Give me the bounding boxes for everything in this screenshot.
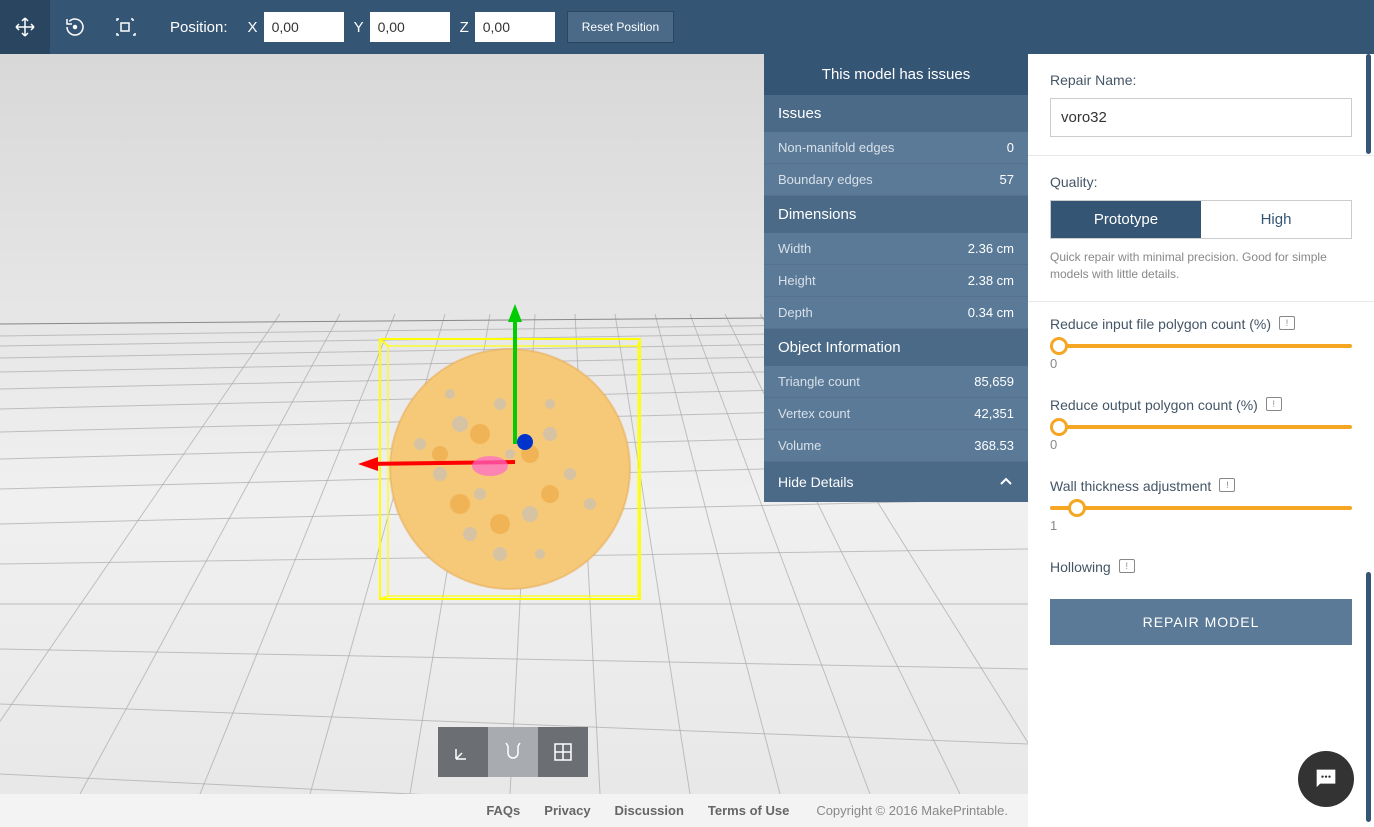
terms-link[interactable]: Terms of Use xyxy=(708,803,789,818)
grid-mode-button[interactable] xyxy=(538,727,588,777)
position-label: Position: xyxy=(170,19,228,36)
repair-model-button[interactable]: REPAIR MODEL xyxy=(1050,599,1352,645)
issue-row: Non-manifold edges0 xyxy=(764,132,1028,164)
dimensions-section-header: Dimensions xyxy=(764,196,1028,233)
scrollbar[interactable] xyxy=(1366,572,1371,822)
slider-label-input-polygon: Reduce input file polygon count (%)! xyxy=(1050,316,1352,332)
chat-icon xyxy=(1312,765,1340,793)
slider-input-polygon[interactable] xyxy=(1050,344,1352,348)
y-position-input[interactable] xyxy=(370,12,450,42)
copyright-text: Copyright © 2016 MakePrintable. xyxy=(816,803,1008,818)
info-row: Triangle count85,659 xyxy=(764,366,1028,398)
slider-label-output-polygon: Reduce output polygon count (%)! xyxy=(1050,397,1352,413)
slider-thumb[interactable] xyxy=(1068,499,1086,517)
z-position-input[interactable] xyxy=(475,12,555,42)
axes-mode-button[interactable] xyxy=(438,727,488,777)
dimension-row: Height2.38 cm xyxy=(764,265,1028,297)
move-tool-button[interactable] xyxy=(0,0,50,54)
quality-tab-prototype[interactable]: Prototype xyxy=(1051,201,1201,238)
chat-support-button[interactable] xyxy=(1298,751,1354,807)
quality-tabs: Prototype High xyxy=(1050,200,1352,239)
faqs-link[interactable]: FAQs xyxy=(486,803,520,818)
slider-value: 0 xyxy=(1050,437,1352,452)
view-mode-toolbar xyxy=(438,727,588,777)
slider-output-polygon[interactable] xyxy=(1050,425,1352,429)
dimension-row: Depth0.34 cm xyxy=(764,297,1028,329)
issues-panel-title: This model has issues xyxy=(764,54,1028,95)
chevron-up-icon xyxy=(998,474,1014,490)
slider-value: 1 xyxy=(1050,518,1352,533)
issues-panel: This model has issues Issues Non-manifol… xyxy=(764,54,1028,502)
snap-mode-button[interactable] xyxy=(488,727,538,777)
z-axis-label: Z xyxy=(460,19,469,36)
quality-tab-high[interactable]: High xyxy=(1201,201,1351,238)
issue-row: Boundary edges57 xyxy=(764,164,1028,196)
privacy-link[interactable]: Privacy xyxy=(544,803,590,818)
discussion-link[interactable]: Discussion xyxy=(615,803,684,818)
quality-description: Quick repair with minimal precision. Goo… xyxy=(1050,249,1352,283)
slider-label-hollowing: Hollowing! xyxy=(1050,559,1352,575)
slider-label-wall-thickness: Wall thickness adjustment! xyxy=(1050,478,1352,494)
issues-section-header: Issues xyxy=(764,95,1028,132)
object-info-section-header: Object Information xyxy=(764,329,1028,366)
info-icon[interactable]: ! xyxy=(1219,478,1235,492)
repair-name-label: Repair Name: xyxy=(1050,72,1352,88)
bounds-tool-button[interactable] xyxy=(100,0,150,54)
top-toolbar: Position: X Y Z Reset Position xyxy=(0,0,1374,54)
repair-settings-panel: Repair Name: Quality: Prototype High Qui… xyxy=(1028,54,1374,827)
hide-details-toggle[interactable]: Hide Details xyxy=(764,462,1028,502)
scrollbar[interactable] xyxy=(1366,54,1371,154)
quality-label: Quality: xyxy=(1050,174,1352,190)
info-icon[interactable]: ! xyxy=(1119,559,1135,573)
y-axis-label: Y xyxy=(354,19,364,36)
slider-thumb[interactable] xyxy=(1050,337,1068,355)
slider-thumb[interactable] xyxy=(1050,418,1068,436)
dimension-row: Width2.36 cm xyxy=(764,233,1028,265)
x-position-input[interactable] xyxy=(264,12,344,42)
info-icon[interactable]: ! xyxy=(1279,316,1295,330)
info-row: Vertex count42,351 xyxy=(764,398,1028,430)
info-icon[interactable]: ! xyxy=(1266,397,1282,411)
slider-wall-thickness[interactable] xyxy=(1050,506,1352,510)
repair-name-input[interactable] xyxy=(1050,98,1352,137)
slider-value: 0 xyxy=(1050,356,1352,371)
x-axis-label: X xyxy=(248,19,258,36)
rotate-tool-button[interactable] xyxy=(50,0,100,54)
footer: FAQs Privacy Discussion Terms of Use Cop… xyxy=(0,794,1028,827)
reset-position-button[interactable]: Reset Position xyxy=(567,11,674,43)
info-row: Volume368.53 xyxy=(764,430,1028,462)
